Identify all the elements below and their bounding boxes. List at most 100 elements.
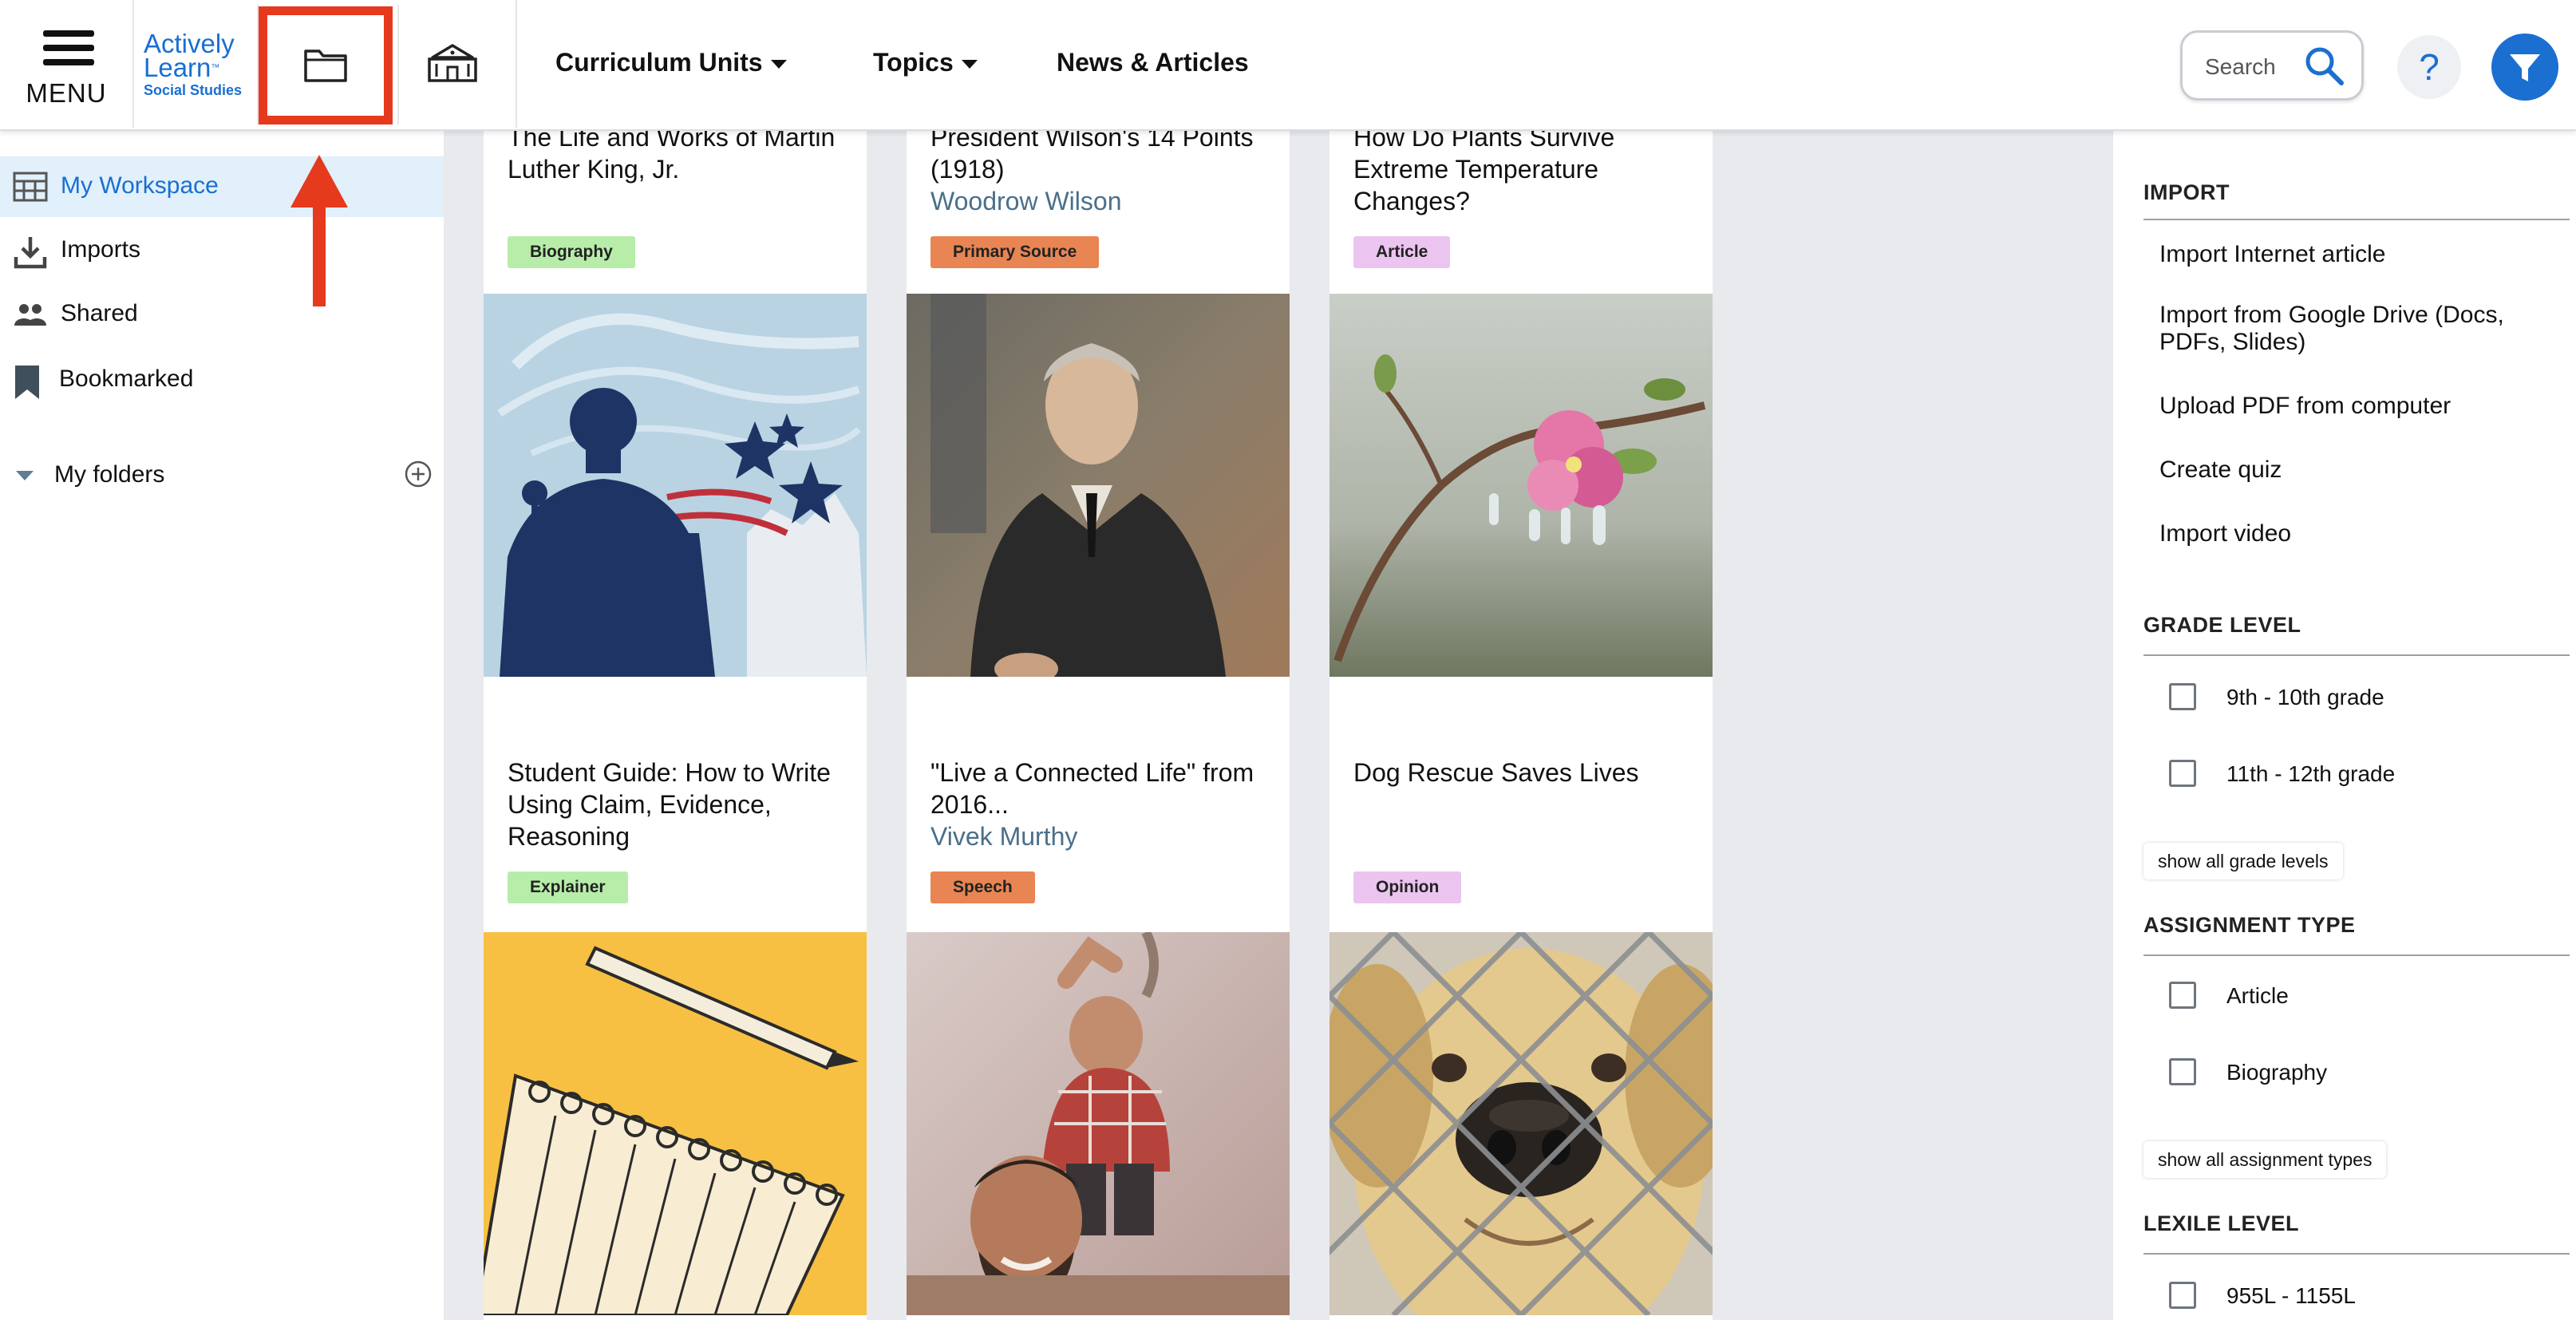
card-title: Student Guide: How to Write Using Claim,… — [508, 758, 831, 851]
assignment-type-heading: ASSIGNMENT TYPE — [2143, 913, 2356, 937]
hamburger-icon-line — [43, 45, 94, 51]
show-all-assignment-types-button[interactable]: show all assignment types — [2143, 1141, 2387, 1178]
download-icon — [14, 237, 47, 269]
import-internet-article-link[interactable]: Import Internet article — [2159, 241, 2558, 268]
caret-down-icon — [961, 60, 978, 69]
upload-pdf-link[interactable]: Upload PDF from computer — [2159, 393, 2558, 420]
sidebar-item-shared[interactable]: Shared — [0, 284, 444, 345]
assignment-card[interactable]: Dog Rescue Saves Lives Opinion — [1329, 741, 1713, 1320]
card-title: How Do Plants Survive Extreme Temperatur… — [1353, 129, 1615, 215]
wilson-portrait — [907, 294, 1290, 677]
card-thumbnail-mlk — [484, 294, 867, 677]
filter-toggle-button[interactable] — [2491, 34, 2558, 101]
card-title: President Wilson's 14 Points (1918) Wood… — [930, 129, 1254, 215]
search-box[interactable] — [2180, 30, 2364, 101]
article-label: Article — [2226, 983, 2289, 1008]
card-badge: Speech — [930, 871, 1035, 903]
section-divider — [2143, 219, 2570, 220]
section-divider — [2143, 654, 2570, 656]
lexile-955-1155-label: 955L - 1155L — [2226, 1283, 2356, 1308]
hamburger-icon — [43, 30, 94, 37]
card-author: Woodrow Wilson — [930, 187, 1122, 215]
search-icon[interactable] — [2304, 45, 2345, 87]
bookmark-icon — [15, 366, 39, 399]
card-badge: Biography — [508, 236, 635, 268]
sidebar-item-label: Shared — [61, 300, 138, 326]
left-sidebar: My Workspace Imports Shared Bookmarked M… — [0, 129, 445, 1320]
grade-level-heading: GRADE LEVEL — [2143, 613, 2301, 637]
create-quiz-link[interactable]: Create quiz — [2159, 456, 2558, 484]
section-divider — [2143, 1253, 2570, 1255]
sidebar-item-label: My Workspace — [61, 172, 219, 199]
assignment-card[interactable]: How Do Plants Survive Extreme Temperatur… — [1329, 129, 1713, 812]
card-badge: Article — [1353, 236, 1451, 268]
school-building-icon — [428, 44, 477, 82]
my-folders-section[interactable]: My folders — [0, 449, 444, 504]
folder-icon — [304, 49, 347, 82]
search-input[interactable] — [2203, 50, 2310, 84]
import-heading: IMPORT — [2143, 180, 2230, 204]
grade-11-12-checkbox[interactable] — [2169, 760, 2196, 787]
sidebar-item-bookmarked[interactable]: Bookmarked — [0, 350, 444, 410]
add-folder-icon[interactable] — [404, 460, 433, 488]
workspace-folder-button[interactable] — [257, 5, 399, 124]
card-title: Dog Rescue Saves Lives — [1353, 758, 1639, 787]
workspace-icon — [13, 172, 48, 202]
filter-panel: IMPORT Import Internet article Import fr… — [2102, 129, 2576, 1320]
card-author: Vivek Murthy — [930, 822, 1078, 851]
school-library-button[interactable] — [397, 0, 517, 128]
sidebar-item-label: Imports — [61, 236, 141, 263]
sidebar-item-my-workspace[interactable]: My Workspace — [0, 156, 444, 217]
lexile-955-1155-checkbox[interactable] — [2169, 1282, 2196, 1309]
logo-text: Actively Learn™ — [144, 29, 235, 82]
card-thumbnail-father-son — [907, 932, 1290, 1315]
grade-11-12-label: 11th - 12th grade — [2226, 761, 2396, 786]
import-google-drive-link[interactable]: Import from Google Drive (Docs, PDFs, Sl… — [2159, 302, 2558, 356]
assignment-card[interactable]: "Live a Connected Life" from 2016... Viv… — [907, 741, 1290, 1320]
top-header: MENU Actively Learn™ Social Studies Curr… — [0, 0, 2576, 131]
filter-funnel-icon — [2510, 54, 2540, 81]
caret-down-icon[interactable] — [16, 471, 34, 480]
dog-behind-fence-photo — [1329, 932, 1713, 1315]
hamburger-icon-line — [43, 59, 94, 65]
actively-learn-logo[interactable]: Actively Learn™ Social Studies — [144, 29, 255, 97]
card-thumbnail-plants — [1329, 294, 1713, 677]
import-video-link[interactable]: Import video — [2159, 520, 2558, 547]
people-icon — [14, 304, 46, 326]
workspace-content-grid: The Life and Works of Martin Luther King… — [444, 129, 2102, 1320]
article-checkbox[interactable] — [2169, 982, 2196, 1009]
notebook-pencil-illustration — [484, 932, 867, 1315]
card-thumbnail-wilson — [907, 294, 1290, 677]
card-thumbnail-notebook — [484, 932, 867, 1315]
frozen-blossom-photo — [1329, 294, 1713, 677]
biography-checkbox[interactable] — [2169, 1058, 2196, 1085]
menu-button[interactable]: MENU — [0, 0, 134, 128]
help-button[interactable]: ? — [2397, 35, 2461, 99]
lexile-level-heading: LEXILE LEVEL — [2143, 1211, 2300, 1235]
annotation-arrow-icon — [290, 155, 348, 306]
father-son-photo — [907, 932, 1290, 1315]
menu-label: MENU — [26, 78, 107, 108]
sidebar-item-imports[interactable]: Imports — [0, 220, 444, 281]
nav-news-articles[interactable]: News & Articles — [1057, 48, 1249, 77]
grade-9-10-label: 9th - 10th grade — [2226, 685, 2384, 709]
card-title: "Live a Connected Life" from 2016... Viv… — [930, 758, 1254, 851]
section-divider — [2143, 954, 2570, 956]
mlk-speech-illustration — [484, 294, 867, 677]
sidebar-item-label: Bookmarked — [59, 366, 194, 392]
card-thumbnail-dog — [1329, 932, 1713, 1315]
card-badge: Primary Source — [930, 236, 1100, 268]
assignment-card[interactable]: The Life and Works of Martin Luther King… — [484, 129, 867, 812]
grade-9-10-checkbox[interactable] — [2169, 683, 2196, 710]
caret-down-icon — [770, 60, 787, 69]
card-badge: Explainer — [508, 871, 628, 903]
show-all-grade-levels-button[interactable]: show all grade levels — [2143, 843, 2343, 879]
assignment-card[interactable]: Student Guide: How to Write Using Claim,… — [484, 741, 867, 1320]
nav-curriculum-units[interactable]: Curriculum Units — [555, 48, 787, 77]
card-title: The Life and Works of Martin Luther King… — [508, 129, 836, 184]
question-mark-icon: ? — [2419, 46, 2440, 88]
nav-topics[interactable]: Topics — [873, 48, 978, 77]
card-badge: Opinion — [1353, 871, 1462, 903]
my-folders-label: My folders — [54, 461, 165, 488]
assignment-card[interactable]: President Wilson's 14 Points (1918) Wood… — [907, 129, 1290, 812]
